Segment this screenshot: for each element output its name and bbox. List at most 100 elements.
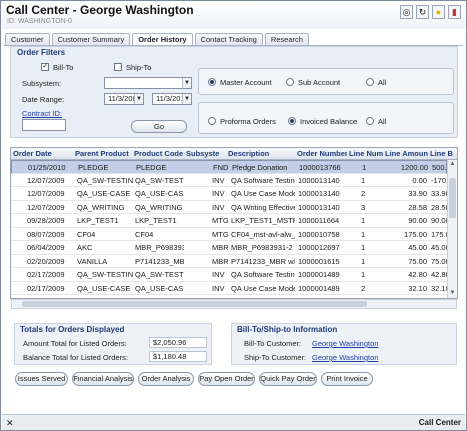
table-row[interactable]: 02/17/2009 QA_USE-CASE QA_USE-CASE INV Q… <box>11 282 447 295</box>
table-row[interactable]: 12/07/2009 QA_USE-CASE QA_USE-CASE INV Q… <box>11 187 447 201</box>
table-row[interactable]: 01/25/2010 PLEDGE PLEDGE FND Pledge Dona… <box>11 160 447 174</box>
table-row[interactable]: 06/04/2009 AKC MBR_P6983931- MBR MBR_P69… <box>11 241 447 255</box>
cell-product-code: QA_USE-CASE <box>135 283 184 293</box>
chevron-down-icon[interactable]: ▼ <box>182 78 191 88</box>
table-row[interactable]: 12/07/2009 QA_SW-TESTIN QA_SW-TESTIN INV… <box>11 174 447 187</box>
cell-line-amount: 0.00 <box>412 175 427 185</box>
cell-parent-product: QA_SW-TESTIN <box>77 175 133 185</box>
bill-to-checkbox[interactable]: ✓ <box>41 63 49 71</box>
tab-research[interactable]: Research <box>264 33 309 45</box>
glasses-icon[interactable]: ◎ <box>400 5 413 19</box>
status-text[interactable]: Call Center <box>419 418 461 427</box>
lightbulb-icon[interactable]: ● <box>432 5 445 19</box>
balance-total-value: $1,180.48 <box>149 351 207 362</box>
print-invoice-button[interactable]: Print Invoice <box>321 372 373 386</box>
horizontal-scroll-thumb[interactable] <box>22 301 367 307</box>
cell-parent-product: QA_WRITING <box>77 202 125 212</box>
invoiced-balance-radio[interactable] <box>288 117 296 125</box>
tab-contact-tracking[interactable]: Contact Tracking <box>194 33 263 45</box>
ship-to-customer-label: Ship-To Customer: <box>244 353 307 362</box>
vertical-scroll-thumb[interactable] <box>449 178 456 218</box>
date-from-picker[interactable]: 11/3/2008 ▼ <box>104 93 144 105</box>
subsystem-select[interactable]: ▼ <box>104 77 192 89</box>
cell-order-number: 1000012697 <box>298 243 340 252</box>
document-icon[interactable]: ▮ <box>448 5 461 19</box>
cell-line-amount: 90.00 <box>408 216 427 225</box>
call-center-window: Call Center - George Washington ID: WASH… <box>0 0 467 431</box>
cell-subsystem: INV <box>212 189 225 198</box>
chevron-down-icon[interactable]: ▼ <box>134 94 143 104</box>
all-account-radio[interactable] <box>366 78 374 86</box>
order-filters-legend: Order Filters <box>17 48 66 57</box>
cell-parent-product: QA_USE-CASE <box>77 189 131 198</box>
master-account-radio[interactable] <box>208 78 216 86</box>
grid-vertical-scrollbar[interactable]: ▲ ▼ <box>447 160 457 298</box>
proforma-orders-radio[interactable] <box>208 117 216 125</box>
col-line-amount[interactable]: Line Amoun <box>385 149 429 158</box>
cell-order-date: 02/17/2009 <box>27 270 65 279</box>
cell-line-balance: 90.00 <box>431 216 447 225</box>
pay-open-order-button[interactable]: Pay Open Order <box>198 372 255 386</box>
cell-description: MBR_P6983931-2 <box>231 243 293 252</box>
col-parent-product[interactable]: Parent Product <box>75 149 133 158</box>
ship-to-checkbox[interactable] <box>114 63 122 71</box>
col-line-num[interactable]: Line Num <box>349 149 384 158</box>
cell-parent-product: CF04 <box>77 229 96 239</box>
customer-id: ID: WASHINGTON-0 <box>7 18 72 25</box>
order-analysis-button[interactable]: Order Analysis <box>138 372 194 386</box>
cell-subsystem: INV <box>212 283 225 293</box>
table-row[interactable]: 12/07/2009 QA_WRITING QA_WRITING INV QA … <box>11 201 447 214</box>
cell-order-date: 06/04/2009 <box>27 243 65 252</box>
cell-line-amount: 1200.00 <box>400 163 428 172</box>
cell-line-balance: 33.90 <box>431 189 447 198</box>
window-title: Call Center - George Washington <box>6 3 194 17</box>
col-order-date[interactable]: Order Date <box>13 149 75 158</box>
sub-account-radio[interactable] <box>286 78 294 86</box>
sub-account-label: Sub Account <box>298 78 341 87</box>
cell-line-num: 1 <box>361 256 366 266</box>
close-icon[interactable]: ✕ <box>6 418 14 429</box>
contract-id-input[interactable] <box>22 119 66 131</box>
refresh-icon[interactable]: ↻ <box>416 5 429 19</box>
table-row[interactable]: 02/20/2009 VANILLA P7141233_MBR MBR P714… <box>11 255 447 268</box>
header-toolbar: ◎ ↻ ● ▮ <box>400 5 461 19</box>
cell-line-balance: 42.80 <box>431 270 447 279</box>
financial-analysis-button[interactable]: Financial Analysis <box>72 372 134 386</box>
scroll-up-icon[interactable]: ▲ <box>448 160 457 169</box>
date-range-label: Date Range: <box>22 95 65 104</box>
cell-parent-product: QA_SW-TESTIN <box>77 270 133 279</box>
grid-horizontal-scrollbar[interactable] <box>11 299 457 309</box>
date-to-picker[interactable]: 11/3/2010 ▼ <box>152 93 192 105</box>
bill-to-label: Bill-To <box>53 63 74 72</box>
master-account-label: Master Account <box>220 78 272 87</box>
ship-to-customer-link[interactable]: George Washington <box>312 353 378 362</box>
quick-pay-order-button[interactable]: Quick Pay Order <box>259 372 317 386</box>
ship-to-label: Ship-To <box>126 63 152 72</box>
issues-served-button[interactable]: Issues Served <box>15 372 68 386</box>
all-balance-radio[interactable] <box>366 117 374 125</box>
contract-id-link[interactable]: Contract ID: <box>22 109 62 118</box>
cell-order-number: 1000013140 <box>298 189 340 198</box>
cell-description: CF04_mst-avl-alw_D <box>231 229 295 239</box>
col-description[interactable]: Description <box>228 149 296 158</box>
cell-product-code: CF04 <box>135 229 154 239</box>
table-row[interactable]: 08/07/2009 CF04 CF04 MTG CF04_mst-avl-al… <box>11 228 447 241</box>
col-order-number[interactable]: Order Number <box>297 149 347 158</box>
tab-customer-summary[interactable]: Customer Summary <box>51 33 131 45</box>
bill-to-customer-link[interactable]: George Washington <box>312 339 378 348</box>
cell-line-amount: 175.00 <box>404 229 427 239</box>
col-line-balance[interactable]: Line B <box>430 149 457 158</box>
scroll-down-icon[interactable]: ▼ <box>448 289 457 298</box>
table-row[interactable]: 09/28/2009 LKP_TEST1 LKP_TEST1 MTG LKP_T… <box>11 214 447 228</box>
go-button[interactable]: Go <box>131 120 187 133</box>
cell-line-amount: 42.80 <box>408 270 427 279</box>
col-subsystem[interactable]: Subsyste <box>186 149 226 158</box>
account-radio-group: Master Account Sub Account All <box>198 68 454 95</box>
tab-customer[interactable]: Customer <box>5 33 50 45</box>
grid-header: Order Date Parent Product Product Code S… <box>11 148 457 160</box>
col-product-code[interactable]: Product Code <box>134 149 184 158</box>
cell-order-date: 12/07/2009 <box>27 175 65 185</box>
cell-order-date: 01/25/2010 <box>28 163 66 172</box>
table-row[interactable]: 02/17/2009 QA_SW-TESTIN QA_SW-TESTIN INV… <box>11 268 447 282</box>
chevron-down-icon[interactable]: ▼ <box>182 94 191 104</box>
